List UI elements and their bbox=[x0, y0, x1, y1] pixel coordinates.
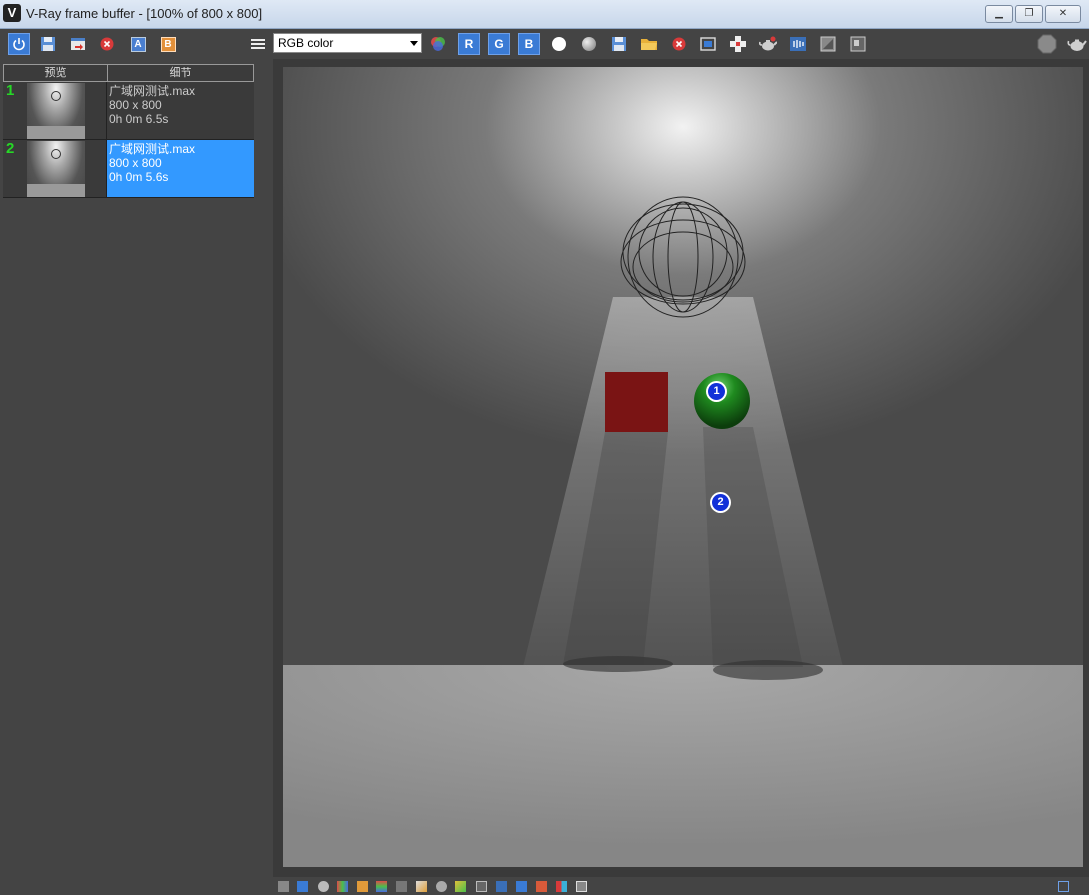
power-icon[interactable] bbox=[8, 33, 30, 55]
history-item-time: 0h 0m 6.5s bbox=[109, 112, 169, 126]
channel-color-icon[interactable] bbox=[427, 33, 449, 55]
color-icon[interactable] bbox=[337, 881, 348, 892]
column-details[interactable]: 细节 bbox=[108, 65, 253, 81]
window-title: V-Ray frame buffer - [100% of 800 x 800] bbox=[26, 6, 263, 21]
stop-icon[interactable] bbox=[1036, 33, 1058, 55]
display-correction-icon[interactable] bbox=[817, 33, 839, 55]
close-image-icon[interactable] bbox=[668, 33, 690, 55]
minimize-button[interactable]: ▁ bbox=[985, 5, 1013, 23]
close-button[interactable]: ✕ bbox=[1045, 5, 1081, 23]
chevron-down-icon bbox=[410, 41, 418, 46]
history-item-details: 广域网测试.max 800 x 800 0h 0m 5.6s bbox=[107, 140, 254, 197]
hsl-icon[interactable] bbox=[357, 881, 368, 892]
history-item-name: 广域网测试.max bbox=[109, 142, 196, 156]
panel-icon[interactable] bbox=[278, 881, 289, 892]
marker-2-label: 2 bbox=[712, 494, 729, 511]
white-balance-icon[interactable] bbox=[436, 881, 447, 892]
status-bar bbox=[273, 877, 1089, 895]
history-item-details: 广域网测试.max 800 x 800 0h 0m 6.5s bbox=[107, 82, 254, 139]
split-icon[interactable] bbox=[556, 881, 567, 892]
curves-icon[interactable] bbox=[376, 881, 387, 892]
lut-icon[interactable] bbox=[455, 881, 466, 892]
channel-select-value: RGB color bbox=[278, 36, 334, 50]
ocio-icon[interactable] bbox=[496, 881, 507, 892]
white-circle-icon[interactable] bbox=[548, 33, 570, 55]
marker-2[interactable]: 2 bbox=[710, 492, 731, 513]
history-thumbnail bbox=[27, 83, 85, 139]
grey-circle-icon[interactable] bbox=[578, 33, 600, 55]
compare-b-icon[interactable]: B bbox=[157, 33, 179, 55]
export-icon[interactable] bbox=[67, 33, 89, 55]
green-channel-button[interactable]: G bbox=[488, 33, 510, 55]
levels-icon[interactable] bbox=[396, 881, 407, 892]
history-item[interactable]: 1 广域网测试.max 800 x 800 0h 0m 6.5s bbox=[3, 82, 254, 140]
title-bar: V V-Ray frame buffer - [100% of 800 x 80… bbox=[0, 0, 1089, 29]
fit-icon[interactable] bbox=[536, 881, 547, 892]
save-image-icon[interactable] bbox=[608, 33, 630, 55]
history-item-number: 2 bbox=[6, 140, 15, 157]
column-preview[interactable]: 预览 bbox=[4, 65, 108, 81]
channel-select[interactable]: RGB color bbox=[273, 33, 422, 53]
marker-1-label: 1 bbox=[708, 383, 725, 400]
render-teapot-icon[interactable] bbox=[757, 33, 779, 55]
restore-button[interactable]: ❐ bbox=[1015, 5, 1043, 23]
marker-1[interactable]: 1 bbox=[706, 381, 727, 402]
history-item-time: 0h 0m 5.6s bbox=[109, 170, 169, 184]
floor bbox=[283, 665, 1083, 867]
exposure-icon[interactable] bbox=[416, 881, 427, 892]
render-image[interactable] bbox=[283, 67, 1083, 867]
red-channel-button[interactable]: R bbox=[458, 33, 480, 55]
history-table: 预览 细节 1 广域网测试.max 800 x 800 0h 0m 6.5s 2… bbox=[3, 64, 254, 198]
history-panel: 预览 细节 1 广域网测试.max 800 x 800 0h 0m 6.5s 2… bbox=[0, 59, 268, 895]
info-icon[interactable] bbox=[318, 881, 329, 892]
history-icon[interactable] bbox=[297, 881, 308, 892]
lens-effects-icon[interactable] bbox=[787, 33, 809, 55]
blue-channel-button[interactable]: B bbox=[518, 33, 540, 55]
save-icon[interactable] bbox=[37, 33, 59, 55]
region-icon[interactable] bbox=[697, 33, 719, 55]
maximize-icon[interactable] bbox=[1058, 881, 1069, 892]
history-header: 预览 细节 bbox=[3, 64, 254, 82]
history-thumbnail bbox=[27, 141, 85, 197]
compare-a-icon[interactable]: A bbox=[127, 33, 149, 55]
menu-icon[interactable] bbox=[247, 33, 269, 55]
follow-mouse-icon[interactable] bbox=[727, 33, 749, 55]
history-item-size: 800 x 800 bbox=[109, 156, 162, 170]
graph-icon[interactable] bbox=[476, 881, 487, 892]
history-item-name: 广域网测试.max bbox=[109, 84, 196, 98]
window-controls: ▁ ❐ ✕ bbox=[985, 5, 1081, 23]
open-folder-icon[interactable] bbox=[638, 33, 660, 55]
history-item-number: 1 bbox=[6, 82, 15, 99]
history-item[interactable]: 2 广域网测试.max 800 x 800 0h 0m 5.6s bbox=[3, 140, 254, 198]
green-sphere bbox=[694, 373, 750, 429]
red-cube bbox=[605, 372, 668, 432]
stamp-icon[interactable] bbox=[847, 33, 869, 55]
sharpen-icon[interactable] bbox=[576, 881, 587, 892]
clear-icon[interactable] bbox=[96, 33, 118, 55]
teapot-icon[interactable] bbox=[1066, 33, 1088, 55]
main-toolbar: A B R G B bbox=[0, 29, 1089, 59]
vray-logo-icon: V bbox=[3, 4, 21, 22]
history-item-size: 800 x 800 bbox=[109, 98, 162, 112]
layers-icon[interactable] bbox=[516, 881, 527, 892]
